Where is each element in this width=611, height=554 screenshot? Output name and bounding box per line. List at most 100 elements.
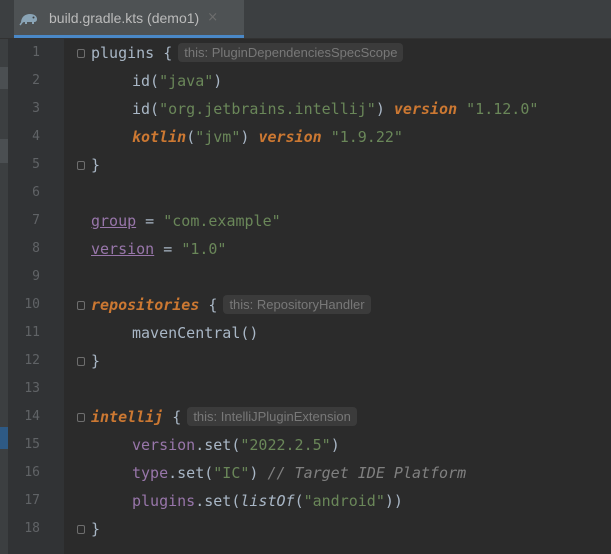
open-paren: (: [294, 492, 304, 510]
intellij-keyword: intellij: [91, 408, 164, 426]
call: .set(: [168, 464, 214, 482]
line-number: 15: [24, 437, 40, 452]
line-number: 3: [32, 101, 40, 116]
fold-toggle-icon[interactable]: [77, 357, 85, 366]
close-paren: ): [249, 464, 268, 482]
line-number: 1: [32, 45, 40, 60]
open-paren: (: [186, 128, 196, 146]
call: .set(: [195, 436, 241, 454]
code-line-10[interactable]: repositories { this: RepositoryHandler: [91, 291, 371, 319]
line-number: 2: [32, 73, 40, 88]
close-paren: ): [375, 100, 394, 118]
line-number: 17: [24, 493, 40, 508]
code-line-11[interactable]: mavenCentral(): [132, 319, 258, 347]
code-line-3[interactable]: id("org.jetbrains.intellij") version "1.…: [132, 95, 538, 123]
fold-toggle-icon[interactable]: [77, 49, 85, 58]
line-number: 10: [24, 297, 40, 312]
code-line-16[interactable]: type.set("IC") // Target IDE Platform: [132, 459, 466, 487]
left-tool-strip: [0, 39, 8, 554]
open-brace: {: [163, 408, 182, 426]
tool-strip-marker: [0, 67, 8, 89]
tab-build-gradle-kts[interactable]: build.gradle.kts (demo1) ×: [14, 0, 244, 38]
call: id(: [132, 72, 160, 90]
version-keyword: version: [393, 100, 458, 118]
kotlin-function: kotlin: [132, 128, 187, 146]
line-number: 14: [24, 409, 40, 424]
string-literal: "java": [159, 72, 214, 90]
comment: // Target IDE Platform: [267, 464, 467, 482]
close-brace: }: [91, 156, 101, 174]
editor-tab-bar: build.gradle.kts (demo1) ×: [0, 0, 611, 39]
open-brace: {: [199, 296, 218, 314]
plugins-block-keyword: plugins: [91, 44, 155, 62]
line-number: 12: [24, 353, 40, 368]
string-literal: "2022.2.5": [240, 436, 331, 454]
property-ref: plugins: [132, 492, 196, 510]
call: mavenCentral(): [132, 324, 259, 342]
string-literal: "1.12.0": [466, 100, 539, 118]
inlay-hint: this: IntelliJPluginExtension: [187, 407, 357, 426]
tab-title: build.gradle.kts (demo1): [49, 9, 200, 26]
close-brace: }: [91, 520, 101, 538]
close-paren: ): [240, 128, 259, 146]
code-line-15[interactable]: version.set("2022.2.5"): [132, 431, 340, 459]
code-line-17[interactable]: plugins.set(listOf("android")): [132, 487, 403, 515]
call: id(: [132, 100, 160, 118]
line-number: 16: [24, 465, 40, 480]
code-line-1[interactable]: plugins { this: PluginDependenciesSpecSco…: [91, 39, 404, 67]
code-line-8[interactable]: version = "1.0": [91, 235, 226, 263]
code-line-2[interactable]: id("java"): [132, 67, 222, 95]
code-editor[interactable]: plugins { this: PluginDependenciesSpecSco…: [64, 39, 611, 554]
close-paren: )): [384, 492, 403, 510]
line-number: 6: [32, 185, 40, 200]
code-line-5[interactable]: }: [91, 151, 100, 179]
call: .set(: [195, 492, 241, 510]
tool-strip-marker: [0, 427, 8, 449]
code-line-12[interactable]: }: [91, 347, 100, 375]
fold-toggle-icon[interactable]: [77, 161, 85, 170]
line-number: 4: [32, 129, 40, 144]
close-paren: ): [213, 72, 223, 90]
code-line-4[interactable]: kotlin("jvm") version "1.9.22": [132, 123, 403, 151]
line-number: 11: [24, 325, 40, 340]
gradle-elephant-icon: [18, 10, 40, 26]
line-number: 13: [24, 381, 40, 396]
line-number: 18: [24, 521, 40, 536]
property-ref: group: [91, 212, 137, 230]
string-literal: "org.jetbrains.intellij": [159, 100, 376, 118]
open-brace: {: [154, 44, 173, 62]
string-literal: "com.example": [163, 212, 281, 230]
listof-function: listOf: [240, 492, 295, 510]
code-line-7[interactable]: group = "com.example": [91, 207, 281, 235]
string-literal: "jvm": [195, 128, 241, 146]
fold-toggle-icon[interactable]: [77, 301, 85, 310]
string-literal: "android": [303, 492, 385, 510]
close-brace: }: [91, 352, 101, 370]
version-keyword: version: [258, 128, 322, 146]
close-paren: ): [330, 436, 340, 454]
operator: =: [136, 212, 164, 230]
code-line-18[interactable]: }: [91, 515, 100, 543]
string-literal: "1.9.22": [330, 128, 403, 146]
line-number: 7: [32, 213, 40, 228]
operator: =: [154, 240, 182, 258]
fold-toggle-icon[interactable]: [77, 413, 85, 422]
line-number: 9: [32, 269, 40, 284]
repositories-keyword: repositories: [91, 296, 200, 314]
property-ref: type: [132, 464, 169, 482]
fold-toggle-icon[interactable]: [77, 525, 85, 534]
tool-strip-marker: [0, 139, 8, 163]
line-number: 8: [32, 241, 40, 256]
string-literal: "1.0": [181, 240, 227, 258]
string-literal: "IC": [213, 464, 250, 482]
property-ref: version: [132, 436, 196, 454]
code-line-14[interactable]: intellij { this: IntelliJPluginExtension: [91, 403, 357, 431]
close-tab-icon[interactable]: ×: [207, 10, 218, 25]
line-number: 5: [32, 157, 40, 172]
property-ref: version: [91, 240, 155, 258]
line-number-gutter: 1 2 3 4 5 6 7 8 9 10 11 12 13 14 15 16 1…: [8, 39, 64, 554]
inlay-hint: this: PluginDependenciesSpecScope: [178, 43, 404, 62]
inlay-hint: this: RepositoryHandler: [223, 295, 371, 314]
